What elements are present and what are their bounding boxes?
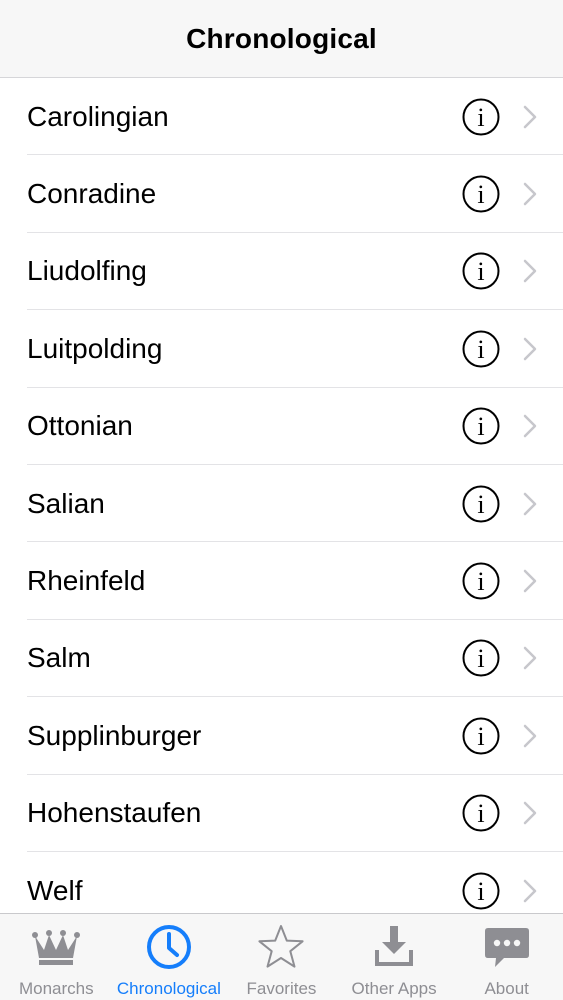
tab-label: Favorites xyxy=(246,979,317,998)
tab-label: Chronological xyxy=(116,979,221,998)
tab-monarchs[interactable]: Monarchs xyxy=(0,914,113,1000)
list-item[interactable]: Rheinfeld i xyxy=(0,542,563,621)
svg-text:i: i xyxy=(477,180,484,209)
tab-favorites[interactable]: Favorites xyxy=(225,914,338,1000)
list-item-label: Ottonian xyxy=(27,410,133,442)
info-icon[interactable]: i xyxy=(462,407,500,445)
info-icon[interactable]: i xyxy=(462,330,500,368)
list-item[interactable]: Salian i xyxy=(0,465,563,543)
svg-text:i: i xyxy=(477,490,484,519)
info-icon[interactable]: i xyxy=(462,562,500,600)
chevron-right-icon xyxy=(523,879,537,902)
svg-text:i: i xyxy=(477,103,484,132)
info-icon[interactable]: i xyxy=(462,98,500,136)
tab-bar: Monarchs Chronological Favorites Other A… xyxy=(0,913,563,1000)
chevron-right-icon xyxy=(523,724,537,748)
list-item-label: Supplinburger xyxy=(27,719,202,751)
svg-text:i: i xyxy=(477,877,484,906)
info-icon[interactable]: i xyxy=(462,639,500,677)
list-item[interactable]: Supplinburger i xyxy=(0,697,563,775)
list-item-label: Liudolfing xyxy=(27,255,147,287)
tab-about[interactable]: About xyxy=(450,914,563,1000)
list-item-label: Conradine xyxy=(27,178,157,210)
chevron-right-icon xyxy=(523,337,537,361)
tab-chronological[interactable]: Chronological xyxy=(113,914,226,1000)
chevron-right-icon xyxy=(523,492,537,515)
list-item[interactable]: Liudolfing i xyxy=(0,233,563,311)
dynasty-list[interactable]: Carolingian i Conradine i Liudolfing i L… xyxy=(0,78,563,913)
star-icon xyxy=(258,925,305,968)
tab-label: Other Apps xyxy=(351,979,437,998)
list-item[interactable]: Luitpolding i xyxy=(0,310,563,388)
svg-text:i: i xyxy=(477,567,484,596)
list-item[interactable]: Welf i xyxy=(0,852,563,913)
svg-text:i: i xyxy=(477,257,484,286)
chevron-right-icon xyxy=(523,260,537,283)
chevron-right-icon xyxy=(523,647,537,670)
list-item-label: Carolingian xyxy=(27,100,169,132)
list-item-label: Hohenstaufen xyxy=(27,797,202,829)
info-icon[interactable]: i xyxy=(462,175,500,213)
chevron-right-icon xyxy=(523,182,537,206)
chevron-right-icon xyxy=(523,569,537,593)
list-item[interactable]: Hohenstaufen i xyxy=(0,775,563,853)
screen: Chronological Carolingian i Conradine i … xyxy=(0,0,563,1000)
clock-icon xyxy=(146,925,191,969)
list-item-label: Welf xyxy=(27,874,83,906)
svg-text:i: i xyxy=(477,722,484,751)
crown-icon xyxy=(32,930,81,965)
info-icon[interactable]: i xyxy=(462,872,500,910)
page-title: Chronological xyxy=(186,22,377,54)
list-item-label: Salm xyxy=(27,642,91,674)
navigation-bar: Chronological xyxy=(0,0,563,78)
list-item[interactable]: Salm i xyxy=(0,620,563,698)
list-item[interactable]: Conradine i xyxy=(0,155,563,234)
list-item[interactable]: Carolingian i xyxy=(0,78,563,156)
svg-text:i: i xyxy=(477,412,484,441)
list-item-label: Salian xyxy=(27,487,105,519)
list-item-label: Luitpolding xyxy=(27,332,163,364)
chat-bubble-icon xyxy=(484,928,529,967)
tab-label: About xyxy=(484,979,529,998)
svg-text:i: i xyxy=(477,644,484,673)
tab-other-apps[interactable]: Other Apps xyxy=(338,914,451,1000)
chevron-right-icon xyxy=(523,415,537,438)
tab-label: Monarchs xyxy=(18,979,94,998)
svg-text:i: i xyxy=(477,799,484,828)
info-icon[interactable]: i xyxy=(462,794,500,832)
list-item[interactable]: Ottonian i xyxy=(0,388,563,466)
svg-text:i: i xyxy=(477,335,484,364)
info-icon[interactable]: i xyxy=(462,485,500,523)
list-item-label: Rheinfeld xyxy=(27,565,146,597)
chevron-right-icon xyxy=(523,105,537,128)
info-icon[interactable]: i xyxy=(462,252,500,290)
info-icon[interactable]: i xyxy=(462,717,500,755)
chevron-right-icon xyxy=(523,801,537,825)
download-icon xyxy=(375,926,414,966)
